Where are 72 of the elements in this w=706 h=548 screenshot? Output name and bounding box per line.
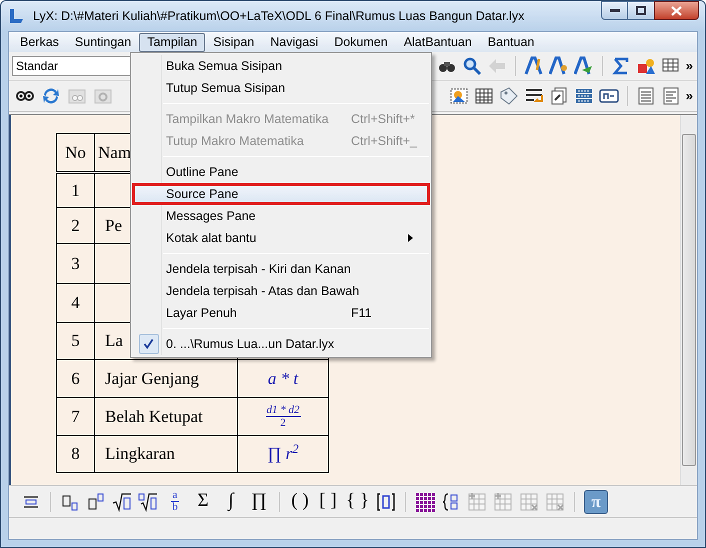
table-cell: d1 * d2 2 <box>238 398 329 435</box>
shortcut-text: F11 <box>351 304 372 322</box>
shapes-icon[interactable] <box>636 56 656 76</box>
menu-item[interactable]: Jendela terpisah - Kiri dan Kanan <box>132 258 430 280</box>
letter-arrow-icon[interactable] <box>574 56 594 76</box>
menu-bar-item[interactable]: Berkas <box>12 32 67 52</box>
sigma-icon[interactable] <box>610 56 631 76</box>
image-icon[interactable] <box>448 86 469 106</box>
menu-item[interactable]: Jendela terpisah - Atas dan Bawah <box>132 280 430 302</box>
table-cell: Lingkaran <box>95 436 238 472</box>
vertical-scrollbar[interactable] <box>680 115 697 485</box>
matrix-grid-icon[interactable] <box>415 492 435 512</box>
table-header-cell: No <box>57 134 95 171</box>
documents-arrow-icon[interactable] <box>548 86 569 106</box>
math-symbol-button[interactable]: ( ) <box>289 490 311 514</box>
menu-bar-item[interactable]: AlatBantuan <box>396 32 480 52</box>
math-symbol-button[interactable]: ∫ <box>220 490 242 514</box>
close-icon <box>671 6 682 16</box>
math-symbol-button[interactable]: Σ <box>192 490 214 514</box>
minimize-button[interactable] <box>601 1 628 20</box>
math-symbol-button[interactable]: { } <box>345 490 370 514</box>
header-text: Nam <box>98 142 132 164</box>
combo-value: Standar <box>16 58 58 75</box>
math-symbol-button[interactable]: ∏ <box>248 490 270 514</box>
list-box-icon[interactable] <box>574 86 594 106</box>
refresh-icon[interactable] <box>41 86 61 106</box>
square-root-icon[interactable] <box>112 492 132 512</box>
minimize-icon <box>610 8 620 12</box>
table-cell: a * t <box>238 360 329 397</box>
table-cell: ∏ r$^{2}$ <box>238 436 329 472</box>
fraction-button[interactable]: a b <box>164 490 186 514</box>
close-button[interactable] <box>654 1 699 20</box>
menu-bar-item[interactable]: Tampilan <box>139 32 206 52</box>
table-cell: Jajar Genjang <box>95 360 238 397</box>
math-symbol-button[interactable]: [ ] <box>317 490 339 514</box>
tag-icon[interactable] <box>498 86 519 106</box>
menu-bar-item[interactable]: Suntingan <box>66 32 140 52</box>
table-cell: 6 <box>57 360 95 397</box>
search-icon[interactable] <box>462 56 482 76</box>
table-cell: 3 <box>57 244 95 283</box>
app-logo-icon <box>7 7 25 25</box>
scrollbar-thumb[interactable] <box>682 134 696 466</box>
bracket-box-icon[interactable] <box>376 492 396 512</box>
menu-bar-item[interactable]: Sisipan <box>205 32 262 52</box>
shortcut-text: Ctrl+Shift+* <box>351 110 415 128</box>
maximize-button[interactable] <box>628 1 654 20</box>
superscript-icon[interactable] <box>86 492 106 512</box>
toolbar-overflow-button[interactable]: » <box>686 86 693 106</box>
menu-bar-item[interactable]: Bantuan <box>480 32 542 52</box>
maximize-icon <box>636 6 646 15</box>
table-cell: 8 <box>57 436 95 472</box>
table-cell: 5 <box>57 323 95 359</box>
person-letter-icon[interactable] <box>548 56 569 76</box>
table-cell: 1 <box>57 174 95 207</box>
table-cell: 4 <box>57 284 95 322</box>
nth-root-icon[interactable] <box>138 492 158 512</box>
table-cell: 2 <box>57 208 95 243</box>
menu-item[interactable]: Source Pane <box>132 183 430 205</box>
table-cell: 7 <box>57 398 95 435</box>
paragraph-lines-icon[interactable] <box>636 86 656 106</box>
menu-item[interactable]: Outline Pane <box>132 161 430 183</box>
menu-bar-item[interactable]: Dokumen <box>326 32 396 52</box>
paragraph-lines-icon[interactable] <box>660 86 681 106</box>
table-cell: Belah Ketupat <box>95 398 238 435</box>
menu-item[interactable]: Tutup Semua Sisipan <box>132 77 430 99</box>
shortcut-text: Ctrl+Shift+_ <box>351 132 418 150</box>
toolbar-overflow-button[interactable]: » <box>686 56 693 76</box>
spellcheck-icon[interactable] <box>524 56 544 76</box>
window-title: LyX: D:\#Materi Kuliah\#Pratikum\OO+LaTeX\ODL 6 Final\Rumus Luas Bangun Datar.lyx <box>33 8 524 25</box>
table-icon[interactable] <box>474 86 494 106</box>
menu-bar-item[interactable]: Navigasi <box>262 32 326 52</box>
menu-item[interactable]: Layar Penuh F11 <box>132 302 430 324</box>
